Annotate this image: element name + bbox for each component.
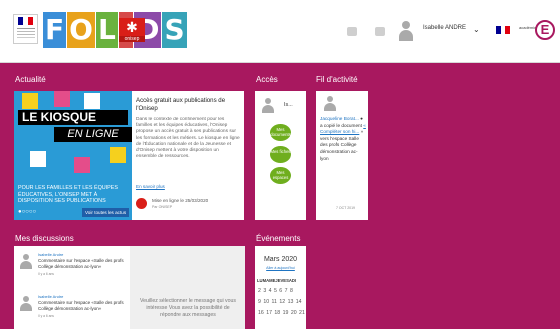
apps-logo-letter: S xyxy=(162,12,187,48)
discussion-sender: Isabelle Andre xyxy=(38,294,64,299)
section-title-discussions: Mes discussions xyxy=(15,234,74,243)
banner-title: LE KIOSQUE xyxy=(18,110,128,125)
avatar xyxy=(262,98,274,113)
app-header: FOLIDS ✱onisep Isabelle ANDRE ⌄ académie… xyxy=(0,0,560,63)
go-to-today-link[interactable]: Aller à aujourd'hui xyxy=(255,266,306,270)
info-icon: ● xyxy=(360,116,363,121)
onisep-icon xyxy=(136,198,147,209)
app-shortcut-documents[interactable]: Mes documents xyxy=(270,124,291,141)
access-user-name: Is... xyxy=(284,102,293,108)
discussion-time: Il y a 6 ans xyxy=(38,272,54,276)
apps-logo-letter: F xyxy=(43,12,67,48)
e-logo[interactable]: E xyxy=(535,20,555,40)
avatar xyxy=(20,296,32,311)
app-shortcut-espaces[interactable]: Mes espaces xyxy=(270,167,291,184)
section-title-evenements: Événements xyxy=(256,234,301,243)
chevron-down-icon[interactable]: ⌄ xyxy=(473,25,480,34)
calendar-week[interactable]: 2 3 4 5 6 7 8 xyxy=(258,288,306,294)
calendar-week[interactable]: 16 17 18 19 20 21 22 xyxy=(258,310,306,316)
list-item[interactable]: Isabelle Andre Commentaire sur l'espace … xyxy=(14,246,130,280)
discussion-detail-pane: Veuillez sélectionner le message qui vou… xyxy=(130,246,245,329)
read-more-link[interactable]: En savoir plus xyxy=(136,184,165,189)
access-card: Is... Mes documents Mes fiches Mes espac… xyxy=(255,91,306,220)
news-banner-image[interactable]: LE KIOSQUE EN LIGNE POUR LES FAMILLES ET… xyxy=(14,91,132,220)
avatar xyxy=(20,254,32,269)
news-content: Accès gratuit aux publications de l'Onis… xyxy=(136,97,240,209)
discussion-message: Commentaire sur l'espace «Salle des prof… xyxy=(38,258,124,269)
view-all-news-button[interactable]: Voir toutes les actus xyxy=(82,208,130,217)
activity-author[interactable]: Jacqueline Borat... xyxy=(320,116,359,121)
user-avatar[interactable] xyxy=(399,21,413,41)
section-title-actualite: Actualité xyxy=(15,75,46,84)
discussion-list: Isabelle Andre Commentaire sur l'espace … xyxy=(14,246,130,329)
news-source: Par ONISEP xyxy=(152,205,173,209)
news-meta: Mise en ligne le 25/03/2020 Par ONISEP xyxy=(136,195,240,213)
user-name[interactable]: Isabelle ANDRE xyxy=(423,25,466,31)
notification-icon[interactable] xyxy=(347,27,357,36)
section-title-fil: Fil d'activité xyxy=(316,75,358,84)
flag-icon xyxy=(496,26,511,34)
activity-feed-card: Jacqueline Borat... ● a copié le documen… xyxy=(316,91,368,220)
discussion-placeholder: Veuillez sélectionner le message qui vou… xyxy=(139,298,237,318)
government-logo xyxy=(13,14,38,44)
flag-icon xyxy=(18,17,33,25)
discussion-time: Il y a 6 ans xyxy=(38,314,54,318)
discussion-message: Commentaire sur l'espace «Salle des prof… xyxy=(38,300,124,311)
apps-logo-letter: L xyxy=(95,12,118,48)
activity-time: 7 OCT 2019 xyxy=(336,206,356,210)
calendar-week[interactable]: 9 10 11 12 13 14 xyxy=(258,299,306,305)
news-date: Mise en ligne le 25/03/2020 xyxy=(152,198,209,203)
activity-item: Jacqueline Borat... ● a copié le documen… xyxy=(320,116,366,162)
carousel-dots[interactable]: ●○○○○ xyxy=(18,209,36,215)
app-shortcut-fiches[interactable]: Mes fiches xyxy=(270,146,291,163)
news-card: LE KIOSQUE EN LIGNE POUR LES FAMILLES ET… xyxy=(14,91,244,220)
apps-logo[interactable]: FOLIDS xyxy=(43,12,187,48)
discussion-sender: Isabelle Andre xyxy=(38,252,64,257)
calendar-weekdays: LUMAMEJEVESADI xyxy=(257,278,297,283)
calendar-month: Mars 2020 xyxy=(263,256,298,263)
list-item[interactable]: Isabelle Andre Commentaire sur l'espace … xyxy=(14,288,130,322)
activity-text: a copié le document xyxy=(320,122,362,128)
events-card: Mars 2020 Aller à aujourd'hui LUMAMEJEVE… xyxy=(255,246,306,329)
banner-subtitle: EN LIGNE xyxy=(54,127,132,142)
messages-icon[interactable] xyxy=(375,27,385,36)
section-title-acces: Accès xyxy=(256,75,278,84)
discussions-card: Isabelle Andre Commentaire sur l'espace … xyxy=(14,246,245,329)
news-body: Dans le contexte de confinement pour les… xyxy=(136,117,240,160)
onisep-logo[interactable]: ✱ onisep xyxy=(119,18,145,42)
avatar xyxy=(324,96,336,111)
news-title[interactable]: Accès gratuit aux publications de l'Onis… xyxy=(136,97,240,113)
apps-logo-letter: O xyxy=(67,12,95,48)
banner-tagline: POUR LES FAMILLES ET LES ÉQUIPES ÉDUCATI… xyxy=(18,185,118,205)
